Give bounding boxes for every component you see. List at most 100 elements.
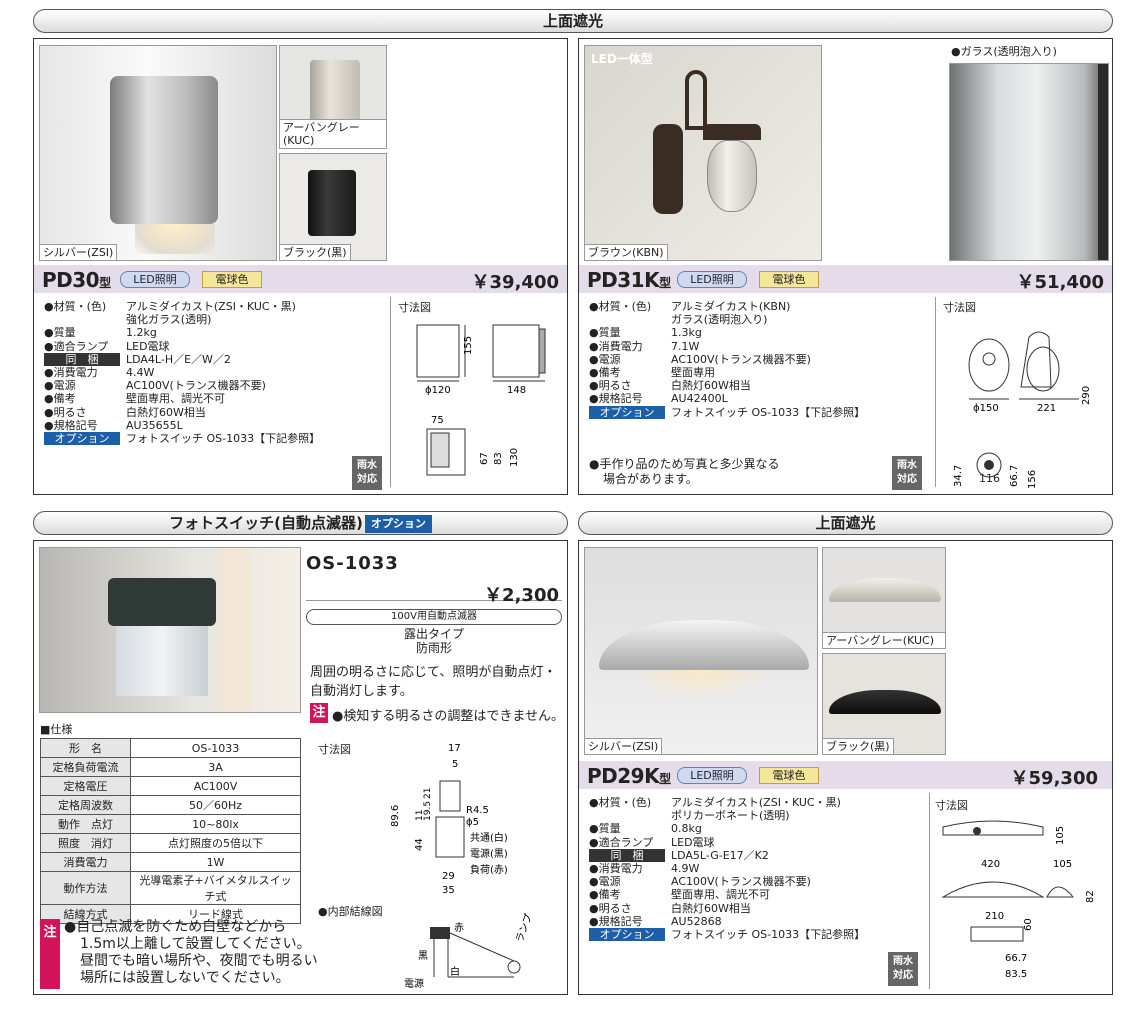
os1033-wire-load: 負荷(赤) [470, 864, 508, 876]
warning-line: ●自己点滅を防ぐため白壁などから [64, 919, 287, 935]
os1033-dimension-drawing: 17 5 89.6 21 19.5 11 44 R4.5 ϕ5 共通(白) 電源… [390, 743, 508, 896]
switch-body [116, 626, 208, 696]
spec-row: オプション フォトスイッチ OS-1033【下記参照】 [589, 405, 929, 419]
pd30-dim-a: 75 [431, 415, 444, 426]
spec-key: ●適合ランプ [44, 339, 109, 353]
os1033-warning-text: ●自己点滅を防ぐため白壁などから 1.5m以上離して設置してください。 昼間でも暗い… [64, 919, 318, 987]
spec-row: 同 梱 LDA4L-H／E／W／2 [44, 352, 384, 367]
os1033-model: OS-1033 [306, 553, 399, 574]
pd29k-caption-silver: シルバー(ZSI) [585, 738, 663, 754]
pd31k-caption: ブラウン(KBN) [585, 244, 668, 260]
os1033-dim-d: 11 [415, 810, 425, 821]
os1033-dim-a: 5 [452, 759, 458, 770]
spec-key: ●材質・(色) [44, 300, 107, 313]
pd31k-handmade-note: ●手作り品のため写真と多少異なる 場合があります。 [589, 457, 780, 486]
os1033-type-box: 100V用自動点滅器 [306, 609, 562, 625]
spec-value: 白熱灯60W相当 [671, 379, 751, 393]
spec-key: ●明るさ [589, 379, 632, 393]
pd30-caption-gray: アーバングレー(KUC) [280, 119, 386, 148]
spec-value: AU35655L [126, 418, 183, 432]
spec-row: ●規格記号 AU35655L [44, 419, 384, 432]
os1033-dim-h: 35 [442, 885, 455, 896]
spec-key: ●適合ランプ [589, 835, 654, 849]
pd29k-color-pill: 電球色 [759, 767, 819, 784]
pd29k-dim-d: 105 [1053, 859, 1072, 870]
spec-value: 0.8kg [671, 822, 702, 836]
spec-key: ●材質・(色) [589, 300, 652, 313]
spec-key: ●備考 [44, 392, 76, 406]
pd30-dim-b: 67 [479, 452, 490, 465]
spec-row: ●質量 0.8kg [589, 822, 929, 835]
spec-value: LDA5L-G-E17／K2 [671, 848, 769, 862]
spec-row: オプション フォトスイッチ OS-1033【下記参照】 [589, 928, 929, 942]
spec-key [44, 313, 126, 326]
spec-value: アルミダイカスト(KBN) [671, 300, 791, 313]
spec-key [589, 809, 671, 822]
spec-row: ●規格記号 AU42400L [589, 392, 929, 405]
spec-row: ●質量 1.3kg [589, 326, 929, 339]
divider [929, 793, 930, 989]
spec-value: 4.9W [671, 862, 700, 876]
ornamental-arm [685, 70, 707, 130]
spec-key: ●電源 [44, 379, 76, 393]
spec-value: フォトスイッチ OS-1033【下記参照】 [126, 432, 321, 446]
table-value: 3A [130, 757, 301, 777]
table-row: 動作方法 光導電素子+バイメタルスイッチ式 [40, 871, 301, 905]
pd29k-dim-title: 寸法図 [935, 799, 968, 812]
switch-cap [108, 578, 216, 626]
pd30-dim-h: 155 [463, 336, 474, 355]
pd29k-rainproof-badge: 雨水 対応 [888, 952, 918, 986]
table-row: 照度 消灯 点灯照度の5倍以下 [40, 833, 301, 853]
spec-key: ●電源 [589, 875, 621, 889]
pd29k-model: PD29K型 [587, 764, 671, 788]
pd30-color-pill: 電球色 [202, 271, 262, 288]
pd29k-dim-f: 83.5 [1005, 969, 1027, 980]
os1033-dim-b: 21 [423, 788, 433, 799]
os1033-note-tag: 注 [310, 703, 328, 723]
pd29k-dim-h: 105 [1055, 826, 1066, 845]
table-key: 動作方法 [40, 871, 131, 905]
spec-key: 同 梱 [589, 848, 665, 863]
spec-row: ●明るさ 白熱灯60W相当 [589, 379, 929, 392]
pd29k-dim-c: 66.7 [1005, 953, 1027, 964]
pd29k-dimension-drawing: 105 420 105 82 210 60 66.7 83.5 [941, 820, 1096, 980]
product-panel-os1033: OS-1033 ￥2,300 100V用自動点滅器 露出タイプ 防雨形 周囲の明る… [33, 540, 568, 995]
spec-key: ●質量 [589, 822, 621, 836]
spec-value: AC100V(トランス機器不要) [671, 875, 811, 889]
section-title-bottom-right: 上面遮光 [578, 511, 1113, 535]
table-key: 定格負荷電流 [40, 757, 131, 777]
spec-row: ●明るさ 白熱灯60W相当 [44, 406, 384, 419]
divider [390, 297, 391, 487]
spec-row: ●材質・(色) アルミダイカスト(ZSI・KUC・黒) [589, 796, 929, 809]
table-value: 点灯照度の5倍以下 [130, 833, 301, 853]
pd30-dim-w: 148 [507, 385, 526, 396]
spec-row: ポリカーボネート(透明) [589, 809, 929, 822]
spec-value: アルミダイカスト(ZSI・KUC・黒) [671, 796, 841, 809]
pd31k-model: PD31K型 [587, 268, 671, 292]
pd29k-dim-a: 210 [985, 911, 1004, 922]
spec-row: ●消費電力 7.1W [589, 340, 929, 353]
spec-row: ●質量 1.2kg [44, 326, 384, 339]
pd31k-main-photo: LED一体型 ブラウン(KBN) [584, 45, 822, 261]
spec-value: AC100V(トランス機器不要) [126, 379, 266, 393]
spec-row: 同 梱 LDA5L-G-E17／K2 [589, 848, 929, 863]
spec-row: ●適合ランプ LED電球 [44, 340, 384, 353]
os1033-dim-e: 89.6 [390, 805, 401, 827]
spec-key: ●明るさ [589, 901, 632, 915]
light-glow [625, 670, 775, 700]
wall-post [220, 548, 250, 712]
pd31k-dim-a: 34.7 [953, 465, 964, 487]
os1033-wiring-title: ●内部結線図 [318, 905, 383, 918]
os1033-wire-common: 共通(白) [470, 831, 508, 844]
spec-value: AC100V(トランス機器不要) [671, 352, 811, 366]
pd30-dimension-drawing: 155 ϕ120 148 75 67 83 130 [416, 324, 546, 476]
fixture-silver [110, 76, 218, 224]
spec-value: 壁面専用、調光不可 [126, 392, 225, 406]
spec-key: ●規格記号 [44, 418, 98, 432]
divider [935, 297, 936, 487]
pd31k-glass-closeup [949, 63, 1109, 261]
pd30-title-bar: PD30型 LED照明 電球色 ￥39,400 [34, 265, 567, 293]
os1033-warning-tag: 注 [40, 919, 60, 989]
pd30-led-pill: LED照明 [120, 271, 190, 288]
spec-key: ●消費電力 [44, 366, 98, 380]
